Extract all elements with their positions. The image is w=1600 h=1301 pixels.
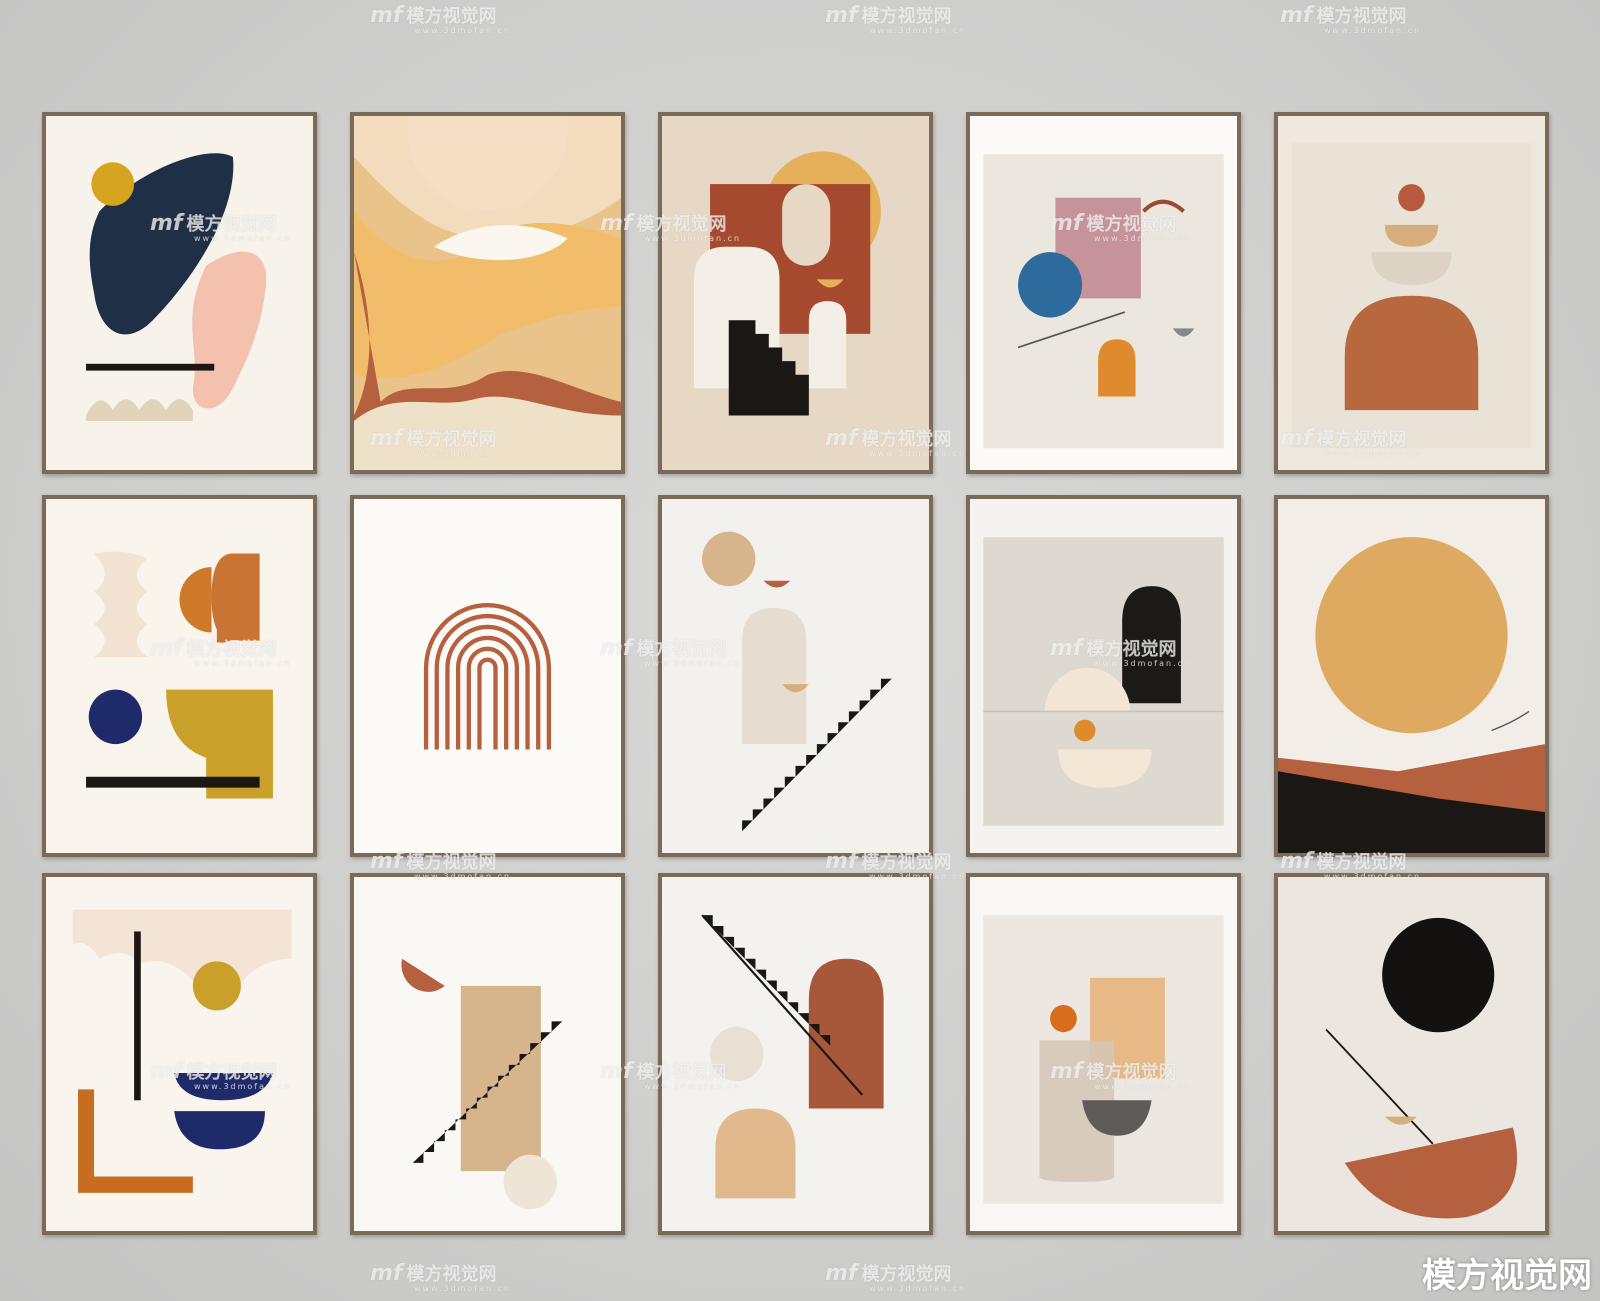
watermark: mf 模方视觉网 www.3dmofan.cn xyxy=(1280,426,1422,458)
abstract-shapes xyxy=(46,116,313,470)
watermark: mf 模方视觉网 www.3dmofan.cn xyxy=(1280,849,1422,881)
watermark-row: mf 模方视觉网 www.3dmofan.cn mf 模方视觉网 www.3dmofan… xyxy=(0,210,1600,250)
artwork-tan-rectangle-stairs xyxy=(350,873,625,1235)
artwork-sun-over-hills xyxy=(1274,495,1549,857)
abstract-shapes xyxy=(1278,877,1545,1231)
watermark: mf 模方视觉网 www.3dmofan.cn xyxy=(1050,1059,1192,1091)
abstract-shapes xyxy=(1278,499,1545,853)
watermark: mf 模方视觉网 www.3dmofan.cn xyxy=(825,1261,967,1293)
watermark: mf 模方视觉网 www.3dmofan.cn xyxy=(825,426,967,458)
watermark: mf 模方视觉网 www.3dmofan.cn xyxy=(600,211,742,243)
watermark-row: mf 模方视觉网 www.3dmofan.cn mf 模方视觉网 www.3dmofan… xyxy=(0,1058,1600,1098)
abstract-shapes xyxy=(46,499,313,853)
watermark: mf 模方视觉网 www.3dmofan.cn xyxy=(150,211,292,243)
artwork-orange-half-circles xyxy=(42,495,317,857)
watermark: mf 模方视觉网 www.3dmofan.cn xyxy=(150,636,292,668)
abstract-shapes xyxy=(662,499,929,853)
abstract-shapes xyxy=(1278,116,1545,470)
abstract-shapes xyxy=(662,116,929,470)
watermark-row: mf 模方视觉网 www.3dmofan.cn mf 模方视觉网 www.3dmofan… xyxy=(0,1260,1600,1300)
watermark: mf 模方视觉网 www.3dmofan.cn xyxy=(825,3,967,35)
watermark: mf 模方视觉网 www.3dmofan.cn xyxy=(1280,3,1422,35)
artwork-overlapping-squares xyxy=(966,873,1241,1235)
artwork-pink-square-blue-circle xyxy=(966,112,1241,474)
brand-watermark: 模方视觉网 xyxy=(1422,1256,1592,1296)
abstract-shapes xyxy=(970,877,1237,1231)
artwork-black-moon-red-bowl xyxy=(1274,873,1549,1235)
abstract-shapes xyxy=(354,116,621,470)
watermark: mf 模方视觉网 www.3dmofan.cn xyxy=(600,636,742,668)
watermark: mf 模方视觉网 www.3dmofan.cn xyxy=(1050,636,1192,668)
artwork-dark-stone-yellow-dot xyxy=(42,112,317,474)
watermark-row: mf 模方视觉网 www.3dmofan.cn mf 模方视觉网 www.3dmofan… xyxy=(0,425,1600,465)
artwork-arches-and-stairs xyxy=(658,112,933,474)
watermark: mf 模方视觉网 www.3dmofan.cn xyxy=(1050,211,1192,243)
abstract-shapes xyxy=(970,116,1237,470)
artwork-rainbow-arch xyxy=(350,495,625,857)
artwork-diagonal-staircase xyxy=(658,495,933,857)
artwork-layered-dunes xyxy=(350,112,625,474)
watermark: mf 模方视觉网 www.3dmofan.cn xyxy=(150,1059,292,1091)
watermark: mf 模方视觉网 www.3dmofan.cn xyxy=(370,3,512,35)
abstract-shapes xyxy=(354,877,621,1231)
watermark: mf 模方视觉网 www.3dmofan.cn xyxy=(600,1059,742,1091)
watermark: mf 模方视觉网 www.3dmofan.cn xyxy=(370,1261,512,1293)
watermark-row: mf 模方视觉网 www.3dmofan.cn mf 模方视觉网 www.3dmofan… xyxy=(0,2,1600,42)
watermark: mf 模方视觉网 www.3dmofan.cn xyxy=(825,849,967,881)
abstract-shapes xyxy=(354,499,621,853)
artwork-stairs-and-brown-arch xyxy=(658,873,933,1235)
watermark: mf 模方视觉网 www.3dmofan.cn xyxy=(370,849,512,881)
artwork-black-arch-gray-panel xyxy=(966,495,1241,857)
abstract-shapes xyxy=(970,499,1237,853)
watermark-row: mf 模方视觉网 www.3dmofan.cn mf 模方视觉网 www.3dmofan… xyxy=(0,848,1600,888)
abstract-shapes xyxy=(662,877,929,1231)
watermark: mf 模方视觉网 www.3dmofan.cn xyxy=(370,426,512,458)
artwork-navy-bowls xyxy=(42,873,317,1235)
artwork-stacked-bowls xyxy=(1274,112,1549,474)
abstract-shapes xyxy=(46,877,313,1231)
watermark-row: mf 模方视觉网 www.3dmofan.cn mf 模方视觉网 www.3dmofan… xyxy=(0,635,1600,675)
